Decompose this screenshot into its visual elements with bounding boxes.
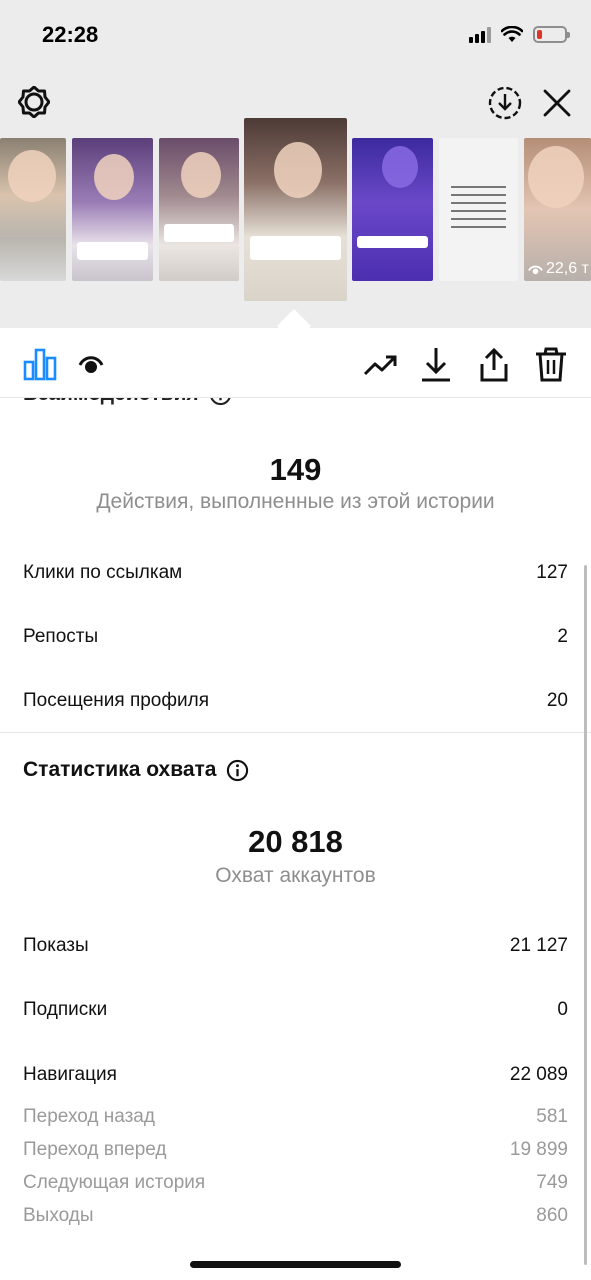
story-thumbnail[interactable]	[0, 138, 66, 281]
metric-label: Посещения профиля	[23, 690, 209, 711]
bar-chart-icon[interactable]	[22, 346, 58, 382]
metric-value: 127	[536, 562, 568, 583]
metric-value: 20	[546, 690, 568, 711]
views-label: 22,6 т	[546, 260, 589, 277]
metric-value: 581	[536, 1106, 568, 1127]
status-icons	[469, 26, 570, 43]
metric-value: 860	[536, 1205, 568, 1226]
eye-icon[interactable]	[76, 346, 106, 382]
scrollbar[interactable]	[584, 565, 587, 1265]
insights-toolbar	[0, 328, 591, 398]
close-icon[interactable]	[542, 88, 572, 118]
story-thumbnail[interactable]	[352, 138, 433, 281]
story-thumbnail[interactable]	[159, 138, 239, 281]
metric-row: Репосты 2	[23, 626, 568, 648]
status-time: 22:28	[42, 22, 99, 47]
section-divider	[0, 732, 591, 733]
metric-value: 19 899	[509, 1139, 568, 1160]
reach-title: Статистика охвата	[23, 758, 217, 781]
story-thumbnails	[0, 118, 591, 303]
reach-caption: Охват аккаунтов	[215, 864, 376, 887]
story-thumbnail[interactable]	[439, 138, 518, 281]
metric-row: Посещения профиля 20	[23, 690, 568, 712]
metric-value: 749	[536, 1172, 568, 1193]
metric-value: 0	[557, 999, 568, 1020]
home-indicator[interactable]	[190, 1261, 401, 1268]
trend-icon[interactable]	[362, 346, 398, 382]
navigation-sub-row: Выходы 860	[23, 1205, 568, 1227]
metric-value: 21 127	[509, 935, 568, 956]
navigation-sub-row: Переход назад 581	[23, 1106, 568, 1128]
metric-label: Переход вперед	[23, 1139, 167, 1160]
metric-label: Подписки	[23, 999, 108, 1020]
metric-value: 22 089	[509, 1064, 568, 1085]
metric-row: Навигация 22 089	[23, 1064, 568, 1086]
download-circle-icon[interactable]	[488, 86, 522, 120]
reach-total: 20 818	[248, 824, 343, 859]
story-thumbnail-selected[interactable]	[244, 118, 347, 301]
metric-label: Показы	[23, 935, 89, 956]
trash-icon[interactable]	[533, 346, 569, 382]
metric-row: Подписки 0	[23, 999, 568, 1021]
metric-label: Навигация	[23, 1064, 117, 1085]
metric-label: Выходы	[23, 1205, 94, 1226]
views-count: 22,6 т	[528, 260, 589, 278]
cellular-signal-icon	[469, 26, 491, 43]
battery-low-icon	[533, 26, 570, 43]
metric-label: Репосты	[23, 626, 99, 647]
info-icon[interactable]	[226, 759, 249, 782]
eye-icon	[528, 265, 543, 274]
share-icon[interactable]	[476, 346, 512, 382]
interactions-caption: Действия, выполненные из этой истории	[96, 490, 495, 513]
metric-label: Следующая история	[23, 1172, 206, 1193]
wifi-icon	[501, 26, 523, 42]
story-thumbnail[interactable]	[72, 138, 153, 281]
metric-label: Клики по ссылкам	[23, 562, 183, 583]
interactions-total: 149	[269, 452, 322, 487]
download-icon[interactable]	[418, 346, 454, 382]
metric-row: Клики по ссылкам 127	[23, 562, 568, 584]
reach-section-title: Статистика охвата	[23, 758, 249, 782]
metric-label: Переход назад	[23, 1106, 155, 1127]
metric-row: Показы 21 127	[23, 935, 568, 957]
stories-header-area: 22:28 22,6 т	[0, 0, 591, 343]
navigation-sub-row: Переход вперед 19 899	[23, 1139, 568, 1161]
settings-gear-icon[interactable]	[18, 86, 50, 118]
metric-value: 2	[557, 626, 568, 647]
navigation-sub-row: Следующая история 749	[23, 1172, 568, 1194]
